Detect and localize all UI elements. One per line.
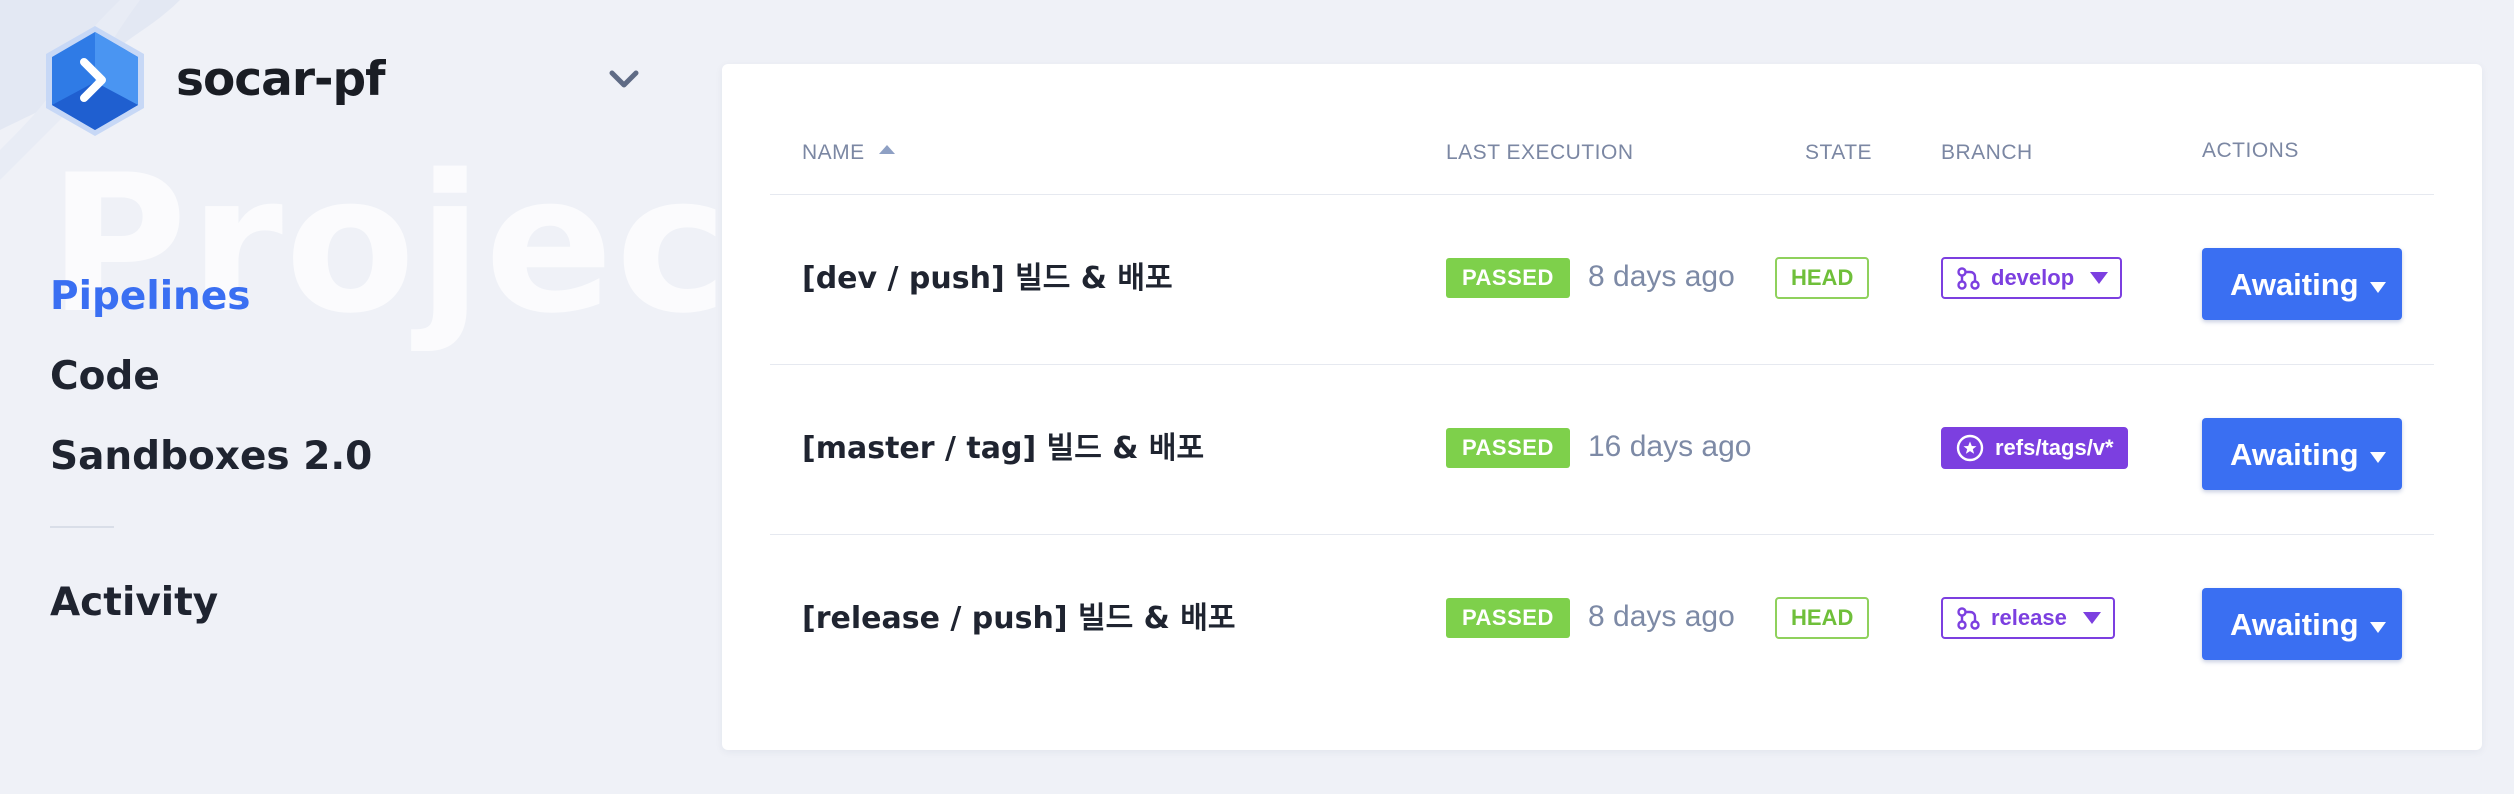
branch-selector[interactable]: develop	[1941, 257, 2123, 299]
tag-label: refs/tags/v*	[1995, 435, 2114, 460]
pipeline-name-link[interactable]: [release / push] 빌드 & 배포	[802, 593, 1235, 637]
awaiting-button[interactable]: Awaiting	[2202, 248, 2402, 320]
sidebar-item-code[interactable]: Code	[50, 354, 160, 399]
row-divider	[770, 194, 2434, 195]
status-badge: PASSED	[1446, 258, 1570, 298]
sidebar-divider	[50, 526, 114, 528]
awaiting-button[interactable]: Awaiting	[2202, 418, 2402, 490]
row-divider	[770, 534, 2434, 535]
tag-star-icon	[1956, 434, 1984, 462]
status-badge: PASSED	[1446, 598, 1570, 638]
awaiting-button[interactable]: Awaiting	[2202, 588, 2402, 660]
pipelines-table: NAME LAST EXECUTION STATE BRANCH ACTIONS…	[722, 64, 2482, 750]
table-row: [dev / push] 빌드 & 배포 PASSED 8 days ago H…	[722, 198, 2482, 368]
state-badge: HEAD	[1775, 597, 1870, 639]
sidebar-item-activity[interactable]: Activity	[50, 580, 218, 625]
column-header-branch: BRANCH	[1941, 141, 2033, 164]
pipeline-name-link[interactable]: [master / tag] 빌드 & 배포	[802, 423, 1204, 467]
table-row: [release / push] 빌드 & 배포 PASSED 8 days a…	[722, 538, 2482, 708]
branch-label: release	[1991, 605, 2067, 630]
table-row: [master / tag] 빌드 & 배포 PASSED 16 days ag…	[722, 368, 2482, 538]
row-divider	[770, 364, 2434, 365]
git-branch-icon	[1957, 607, 1980, 630]
sidebar-item-sandboxes[interactable]: Sandboxes 2.0	[50, 434, 372, 479]
branch-selector[interactable]: release	[1941, 597, 2115, 639]
caret-down-icon	[2082, 612, 2101, 624]
last-execution-time: 8 days ago	[1588, 260, 1735, 293]
caret-down-icon	[2090, 272, 2109, 284]
branch-label: develop	[1991, 265, 2075, 290]
column-header-state: STATE	[1805, 141, 1873, 164]
sort-asc-icon	[878, 144, 895, 154]
awaiting-label: Awaiting	[2230, 267, 2359, 302]
status-badge: PASSED	[1446, 428, 1570, 468]
awaiting-label: Awaiting	[2230, 437, 2359, 472]
caret-down-icon	[2370, 622, 2386, 633]
column-header-last-execution: LAST EXECUTION	[1446, 141, 1634, 164]
sidebar-item-pipelines[interactable]: Pipelines	[50, 274, 250, 319]
last-execution-time: 8 days ago	[1588, 600, 1735, 633]
last-execution-time: 16 days ago	[1588, 430, 1752, 463]
chevron-down-icon[interactable]	[606, 66, 642, 92]
pipeline-name-link[interactable]: [dev / push] 빌드 & 배포	[802, 253, 1173, 297]
column-header-name[interactable]: NAME	[802, 141, 895, 165]
buddy-logo-icon	[46, 26, 144, 136]
git-branch-icon	[1957, 267, 1980, 290]
tag-selector[interactable]: refs/tags/v*	[1941, 427, 2128, 469]
column-header-actions: ACTIONS	[2202, 139, 2299, 162]
column-header-name-label: NAME	[802, 141, 865, 164]
caret-down-icon	[2370, 452, 2386, 463]
state-badge: HEAD	[1775, 257, 1870, 299]
caret-down-icon	[2370, 282, 2386, 293]
project-name: socar-pf	[176, 52, 386, 107]
awaiting-label: Awaiting	[2230, 607, 2359, 642]
